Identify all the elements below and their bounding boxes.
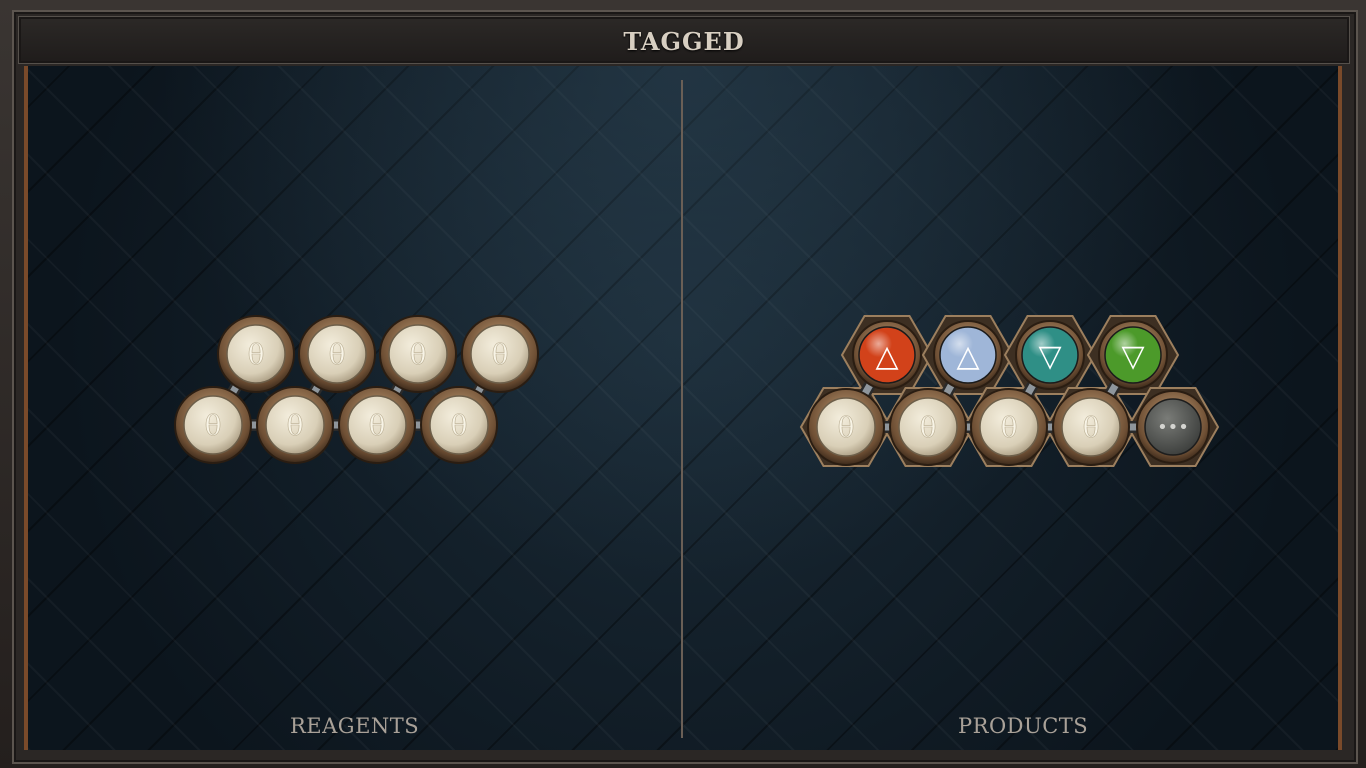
reagent-bottom-slot-3[interactable]: θ bbox=[338, 386, 416, 464]
theta-symbol: θ bbox=[287, 409, 304, 442]
products-molecule: △ △ ▽ ▽ θ θ θ θ ••• bbox=[799, 315, 1220, 467]
reagent-bottom-slot-1[interactable]: θ bbox=[174, 386, 252, 464]
reagent-bottom-slot-4[interactable]: θ bbox=[420, 386, 498, 464]
product-top-slot-1[interactable]: △ bbox=[852, 320, 922, 390]
air-symbol: △ bbox=[956, 339, 979, 374]
product-bottom-slot-2[interactable]: θ bbox=[889, 388, 967, 466]
more-slot[interactable]: ••• bbox=[1136, 390, 1210, 464]
product-bottom-slot-3[interactable]: θ bbox=[970, 388, 1048, 466]
product-bottom-slot-4[interactable]: θ bbox=[1052, 388, 1130, 466]
reagent-top-slot-3[interactable]: θ bbox=[379, 315, 457, 393]
theta-symbol: θ bbox=[329, 338, 346, 371]
theta-symbol: θ bbox=[1083, 411, 1100, 444]
reagent-top-slot-4[interactable]: θ bbox=[461, 315, 539, 393]
fire-symbol: △ bbox=[875, 339, 898, 374]
theta-symbol: θ bbox=[369, 409, 386, 442]
product-top-slot-2[interactable]: △ bbox=[933, 320, 1003, 390]
theta-symbol: θ bbox=[920, 411, 937, 444]
theta-symbol: θ bbox=[248, 338, 265, 371]
water-symbol: ▽ bbox=[1038, 339, 1061, 374]
molecule-layer: θ θ θ θ θ θ θ θ △ △ ▽ ▽ θ θ θ θ ••• bbox=[174, 315, 1220, 467]
window-frame: TAGGED REAGENTS PRODUCTS θ θ θ θ θ θ θ θ… bbox=[0, 0, 1366, 768]
reagent-top-slot-2[interactable]: θ bbox=[298, 315, 376, 393]
theta-symbol: θ bbox=[451, 409, 468, 442]
theta-symbol: θ bbox=[1001, 411, 1018, 444]
theta-symbol: θ bbox=[205, 409, 222, 442]
ellipsis-icon: ••• bbox=[1157, 417, 1189, 438]
reagent-top-slot-1[interactable]: θ bbox=[217, 315, 295, 393]
product-top-slot-3[interactable]: ▽ bbox=[1015, 320, 1085, 390]
theta-symbol: θ bbox=[410, 338, 427, 371]
theta-symbol: θ bbox=[838, 411, 855, 444]
theta-symbol: θ bbox=[492, 338, 509, 371]
earth-symbol: ▽ bbox=[1121, 339, 1144, 374]
reagent-bottom-slot-2[interactable]: θ bbox=[256, 386, 334, 464]
product-top-slot-4[interactable]: ▽ bbox=[1098, 320, 1168, 390]
reagents-molecule: θ θ θ θ θ θ θ θ bbox=[174, 315, 539, 464]
product-bottom-slot-1[interactable]: θ bbox=[807, 388, 885, 466]
